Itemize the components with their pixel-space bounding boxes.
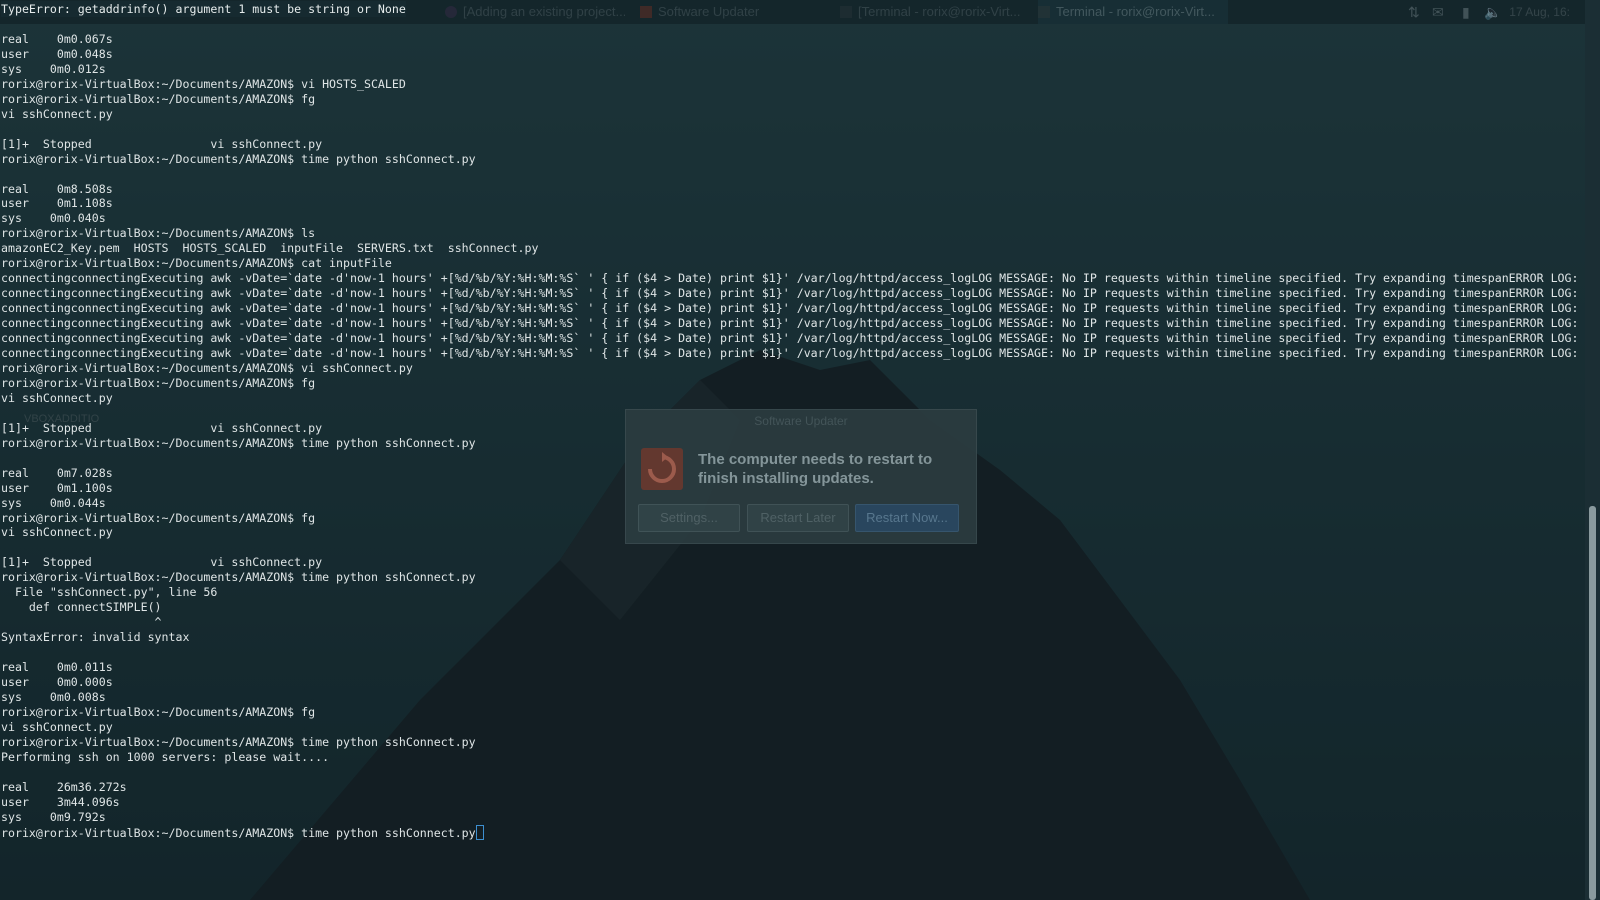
terminal-line: sys 0m9.792s bbox=[1, 809, 106, 824]
terminal-line: vi sshConnect.py bbox=[1, 390, 113, 405]
terminal-line: rorix@rorix-VirtualBox:~/Documents/AMAZO… bbox=[1, 570, 476, 585]
terminal-line: connectingconnectingExecuting awk -vDate… bbox=[1, 271, 1579, 286]
terminal-line: rorix@rorix-VirtualBox:~/Documents/AMAZO… bbox=[1, 91, 316, 106]
terminal-line: rorix@rorix-VirtualBox:~/Documents/AMAZO… bbox=[1, 375, 316, 390]
terminal-line: sys 0m0.012s bbox=[1, 61, 106, 76]
terminal-line: real 0m0.011s bbox=[1, 660, 113, 675]
terminal-line: sys 0m0.040s bbox=[1, 211, 106, 226]
terminal-line: rorix@rorix-VirtualBox:~/Documents/AMAZO… bbox=[1, 226, 316, 241]
window-title-error: TypeError: getaddrinfo() argument 1 must… bbox=[1, 1, 406, 17]
terminal-line: user 3m44.096s bbox=[1, 794, 120, 809]
terminal-line: connectingconnectingExecuting awk -vDate… bbox=[1, 316, 1579, 331]
terminal-line: user 0m0.000s bbox=[1, 674, 113, 689]
terminal-line: rorix@rorix-VirtualBox:~/Documents/AMAZO… bbox=[1, 360, 413, 375]
terminal-line: rorix@rorix-VirtualBox:~/Documents/AMAZO… bbox=[1, 76, 406, 91]
terminal-line: rorix@rorix-VirtualBox:~/Documents/AMAZO… bbox=[1, 435, 476, 450]
terminal-line: ^ bbox=[154, 615, 162, 630]
terminal-line: amazonEC2_Key.pem HOSTS HOSTS_SCALED inp… bbox=[1, 241, 539, 256]
terminal-line: rorix@rorix-VirtualBox:~/Documents/AMAZO… bbox=[1, 151, 476, 166]
software-updater-dialog: Software Updater The computer needs to r… bbox=[625, 409, 977, 544]
restart-now-button[interactable]: Restart Now... bbox=[855, 504, 959, 532]
terminal-line: File "sshConnect.py", line 56 bbox=[14, 585, 218, 600]
terminal-line: rorix@rorix-VirtualBox:~/Documents/AMAZO… bbox=[1, 734, 476, 749]
terminal-line: connectingconnectingExecuting awk -vDate… bbox=[1, 346, 1579, 361]
terminal-line: real 26m36.272s bbox=[1, 779, 127, 794]
terminal-line: user 0m1.108s bbox=[1, 196, 113, 211]
terminal-line: vi sshConnect.py bbox=[1, 106, 113, 121]
text-cursor bbox=[475, 824, 484, 840]
terminal-line: real 0m0.067s bbox=[1, 32, 113, 46]
dialog-message: The computer needs to restart to finish … bbox=[698, 451, 933, 487]
terminal-scrollbar[interactable] bbox=[1585, 0, 1600, 900]
restart-later-button[interactable]: Restart Later bbox=[747, 504, 849, 532]
terminal-line: connectingconnectingExecuting awk -vDate… bbox=[1, 331, 1579, 346]
terminal-line: real 0m8.508s bbox=[1, 181, 113, 196]
dialog-title: Software Updater bbox=[754, 414, 848, 428]
terminal-line: rorix@rorix-VirtualBox:~/Documents/AMAZO… bbox=[1, 510, 316, 525]
terminal-prompt-line: rorix@rorix-VirtualBox:~/Documents/AMAZO… bbox=[1, 825, 476, 840]
terminal-line: rorix@rorix-VirtualBox:~/Documents/AMAZO… bbox=[1, 704, 316, 719]
terminal-line: connectingconnectingExecuting awk -vDate… bbox=[1, 286, 1579, 301]
terminal-line: [1]+ Stopped vi sshConnect.py bbox=[1, 136, 323, 151]
terminal-line: [1]+ Stopped vi sshConnect.py bbox=[1, 555, 323, 570]
terminal-line: def connectSIMPLE() bbox=[28, 600, 162, 615]
terminal-line: rorix@rorix-VirtualBox:~/Documents/AMAZO… bbox=[1, 256, 392, 271]
terminal-line: user 0m1.100s bbox=[1, 480, 113, 495]
scrollbar-thumb[interactable] bbox=[1589, 506, 1596, 900]
terminal-line: sys 0m0.008s bbox=[1, 689, 106, 704]
terminal-line: Performing ssh on 1000 servers: please w… bbox=[1, 749, 330, 764]
terminal-line: sys 0m0.044s bbox=[1, 495, 106, 510]
terminal-line: connectingconnectingExecuting awk -vDate… bbox=[1, 301, 1579, 316]
terminal-line: real 0m7.028s bbox=[1, 465, 113, 480]
terminal-line: vi sshConnect.py bbox=[1, 719, 113, 734]
terminal-line: SyntaxError: invalid syntax bbox=[1, 630, 190, 645]
terminal-line: [1]+ Stopped vi sshConnect.py bbox=[1, 420, 323, 435]
settings-button[interactable]: Settings... bbox=[638, 504, 740, 532]
terminal-line: user 0m0.048s bbox=[1, 46, 113, 61]
update-refresh-icon bbox=[641, 448, 683, 490]
terminal-line: vi sshConnect.py bbox=[1, 525, 113, 540]
